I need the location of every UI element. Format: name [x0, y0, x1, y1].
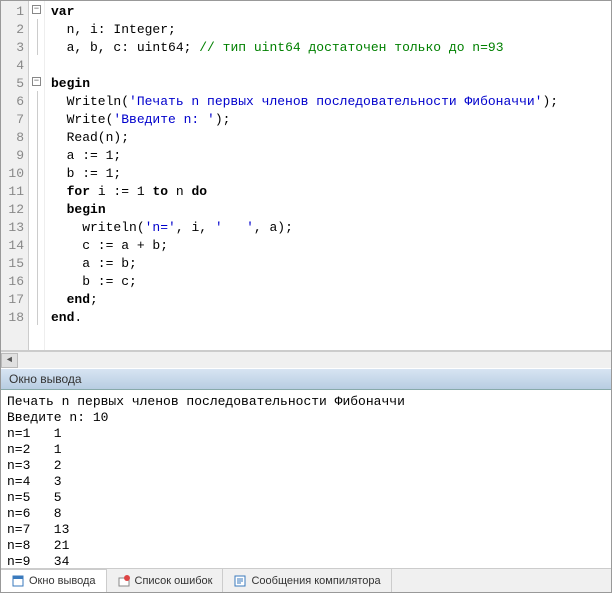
fold-cell[interactable]: − [29, 73, 44, 91]
fold-cell [29, 91, 44, 109]
fold-cell [29, 199, 44, 217]
code-line[interactable]: writeln('n=', i, ' ', a); [51, 219, 605, 237]
code-line[interactable]: end. [51, 309, 605, 327]
fold-cell [29, 127, 44, 145]
code-line[interactable]: a := b; [51, 255, 605, 273]
line-number: 5 [3, 75, 24, 93]
line-number: 17 [3, 291, 24, 309]
fold-cell [29, 163, 44, 181]
line-number: 10 [3, 165, 24, 183]
code-line[interactable]: b := 1; [51, 165, 605, 183]
fold-column[interactable]: −− [29, 1, 45, 350]
fold-cell [29, 181, 44, 199]
fold-cell [29, 19, 44, 37]
line-number: 12 [3, 201, 24, 219]
line-number: 11 [3, 183, 24, 201]
fold-cell [29, 253, 44, 271]
line-number: 15 [3, 255, 24, 273]
line-number: 4 [3, 57, 24, 75]
line-number: 13 [3, 219, 24, 237]
fold-cell [29, 271, 44, 289]
line-number: 2 [3, 21, 24, 39]
fold-cell [29, 235, 44, 253]
line-number: 18 [3, 309, 24, 327]
code-line[interactable]: for i := 1 to n do [51, 183, 605, 201]
output-tab-icon [11, 574, 25, 588]
line-number: 8 [3, 129, 24, 147]
fold-cell [29, 145, 44, 163]
code-area[interactable]: var n, i: Integer; a, b, c: uint64; // т… [45, 1, 611, 350]
tab-errors[interactable]: Список ошибок [107, 569, 224, 592]
fold-cell [29, 217, 44, 235]
line-number: 16 [3, 273, 24, 291]
line-number: 7 [3, 111, 24, 129]
line-number: 1 [3, 3, 24, 21]
tab-output-label: Окно вывода [29, 575, 96, 587]
code-line[interactable]: Write('Введите n: '); [51, 111, 605, 129]
horizontal-scrollbar[interactable]: ◄ [1, 351, 611, 368]
code-line[interactable]: a := 1; [51, 147, 605, 165]
code-line[interactable]: b := c; [51, 273, 605, 291]
code-line[interactable]: a, b, c: uint64; // тип uint64 достаточе… [51, 39, 605, 57]
line-number: 3 [3, 39, 24, 57]
code-editor[interactable]: 123456789101112131415161718 −− var n, i:… [1, 1, 611, 351]
code-line[interactable]: c := a + b; [51, 237, 605, 255]
fold-cell [29, 37, 44, 55]
line-number: 9 [3, 147, 24, 165]
tab-errors-label: Список ошибок [135, 575, 213, 587]
line-number: 14 [3, 237, 24, 255]
bottom-tab-bar: Окно вывода Список ошибок Сообщения комп… [1, 568, 611, 592]
code-line[interactable]: n, i: Integer; [51, 21, 605, 39]
code-line[interactable]: end; [51, 291, 605, 309]
compiler-tab-icon [233, 574, 247, 588]
fold-cell [29, 109, 44, 127]
tab-output[interactable]: Окно вывода [1, 569, 107, 592]
output-panel-title: Окно вывода [1, 368, 611, 390]
tab-compiler-label: Сообщения компилятора [251, 575, 380, 587]
code-line[interactable] [51, 57, 605, 75]
code-line[interactable]: begin [51, 75, 605, 93]
code-line[interactable]: var [51, 3, 605, 21]
code-line[interactable]: begin [51, 201, 605, 219]
line-number-gutter: 123456789101112131415161718 [1, 1, 29, 350]
tab-compiler[interactable]: Сообщения компилятора [223, 569, 391, 592]
errors-tab-icon [117, 574, 131, 588]
fold-cell [29, 289, 44, 307]
fold-toggle-icon[interactable]: − [32, 5, 41, 14]
line-number: 6 [3, 93, 24, 111]
code-line[interactable]: Read(n); [51, 129, 605, 147]
output-panel-body: Печать n первых членов последовательност… [1, 390, 611, 568]
fold-cell[interactable]: − [29, 1, 44, 19]
fold-cell [29, 307, 44, 325]
fold-toggle-icon[interactable]: − [32, 77, 41, 86]
scroll-left-icon[interactable]: ◄ [1, 353, 18, 368]
fold-cell [29, 55, 44, 73]
code-line[interactable]: Writeln('Печать n первых членов последов… [51, 93, 605, 111]
